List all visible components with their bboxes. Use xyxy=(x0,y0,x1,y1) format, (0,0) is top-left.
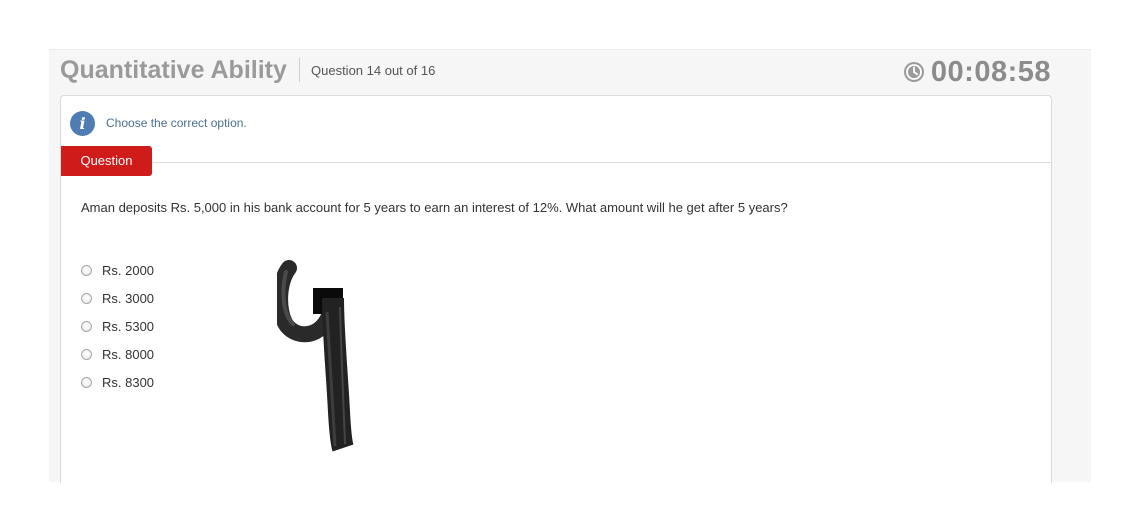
test-page: Quantitative Ability Question 14 out of … xyxy=(49,49,1091,483)
answer-options: Rs. 2000 Rs. 3000 Rs. 5300 Rs. 8000 Rs. … xyxy=(81,256,154,396)
option-label[interactable]: Rs. 3000 xyxy=(102,291,154,306)
radio-button[interactable] xyxy=(81,292,92,304)
answer-option[interactable]: Rs. 5300 xyxy=(81,312,154,340)
question-panel: i Choose the correct option. Question Am… xyxy=(60,95,1052,483)
question-counter: Question 14 out of 16 xyxy=(311,63,436,78)
answer-option[interactable]: Rs. 3000 xyxy=(81,284,154,312)
timer: 00:08:58 xyxy=(903,54,1051,90)
tab-question[interactable]: Question xyxy=(61,146,152,176)
info-icon: i xyxy=(70,110,95,136)
tab-divider xyxy=(61,162,1051,163)
section-title: Quantitative Ability xyxy=(60,56,287,84)
option-label[interactable]: Rs. 2000 xyxy=(102,263,154,278)
instruction-bar: i Choose the correct option. xyxy=(70,110,247,136)
option-label[interactable]: Rs. 8000 xyxy=(102,347,154,362)
test-header: Quantitative Ability Question 14 out of … xyxy=(60,50,1051,94)
question-text: Aman deposits Rs. 5,000 in his bank acco… xyxy=(81,200,788,215)
timer-value: 00:08:58 xyxy=(930,55,1051,88)
option-label[interactable]: Rs. 8300 xyxy=(102,375,154,390)
brush-scribble xyxy=(277,260,354,452)
instruction-text: Choose the correct option. xyxy=(106,116,247,130)
answer-option[interactable]: Rs. 2000 xyxy=(81,256,154,284)
radio-button[interactable] xyxy=(81,376,92,388)
radio-button[interactable] xyxy=(81,348,92,360)
radio-button[interactable] xyxy=(81,320,92,332)
clock-icon xyxy=(903,62,924,82)
header-divider xyxy=(299,58,300,82)
option-label[interactable]: Rs. 5300 xyxy=(102,319,154,334)
radio-button[interactable] xyxy=(81,264,92,276)
answer-option[interactable]: Rs. 8300 xyxy=(81,368,154,396)
answer-option[interactable]: Rs. 8000 xyxy=(81,340,154,368)
